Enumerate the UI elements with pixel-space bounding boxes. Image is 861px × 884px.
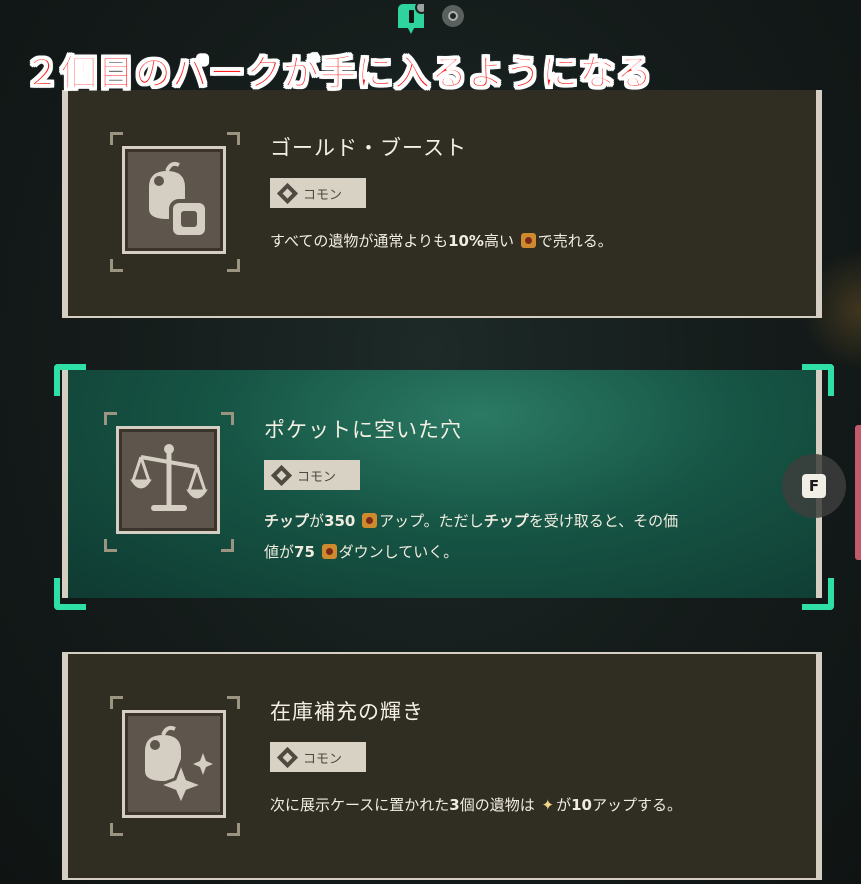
exclamation-bar (409, 10, 414, 23)
desc-text: 個の遺物は (459, 796, 535, 814)
frame-corner (227, 823, 240, 836)
side-tab[interactable] (855, 425, 861, 560)
desc-text: ダウンしていく。 (338, 543, 459, 561)
frame-corner (110, 259, 123, 272)
rarity-label: コモン (297, 469, 337, 485)
rarity-badge: コモン (264, 460, 360, 490)
rarity-label: コモン (303, 187, 343, 203)
desc-keyword: チップ (264, 512, 310, 530)
frame-corner (221, 539, 234, 552)
frame-corner (110, 696, 123, 709)
frame-corner (221, 412, 234, 425)
perk-card-gold-boost[interactable]: ゴールド・ブースト コモン すべての遺物が通常よりも10%高い で売れる。 (62, 90, 822, 318)
perk-description: チップが350 アップ。ただしチップを受け取ると、その価 値が75 ダウンしてい… (264, 506, 774, 568)
notification-dot (415, 4, 424, 14)
frame-corner (104, 412, 117, 425)
rarity-icon (270, 464, 293, 486)
rarity-icon (276, 182, 299, 204)
frame-corner (110, 132, 123, 145)
selection-corner (54, 364, 86, 396)
desc-value: 75 (294, 543, 315, 561)
desc-text: で売れる。 (537, 232, 613, 250)
desc-text: すべての遺物が通常よりも (270, 232, 449, 250)
page-indicator (398, 4, 464, 34)
relic-tab-icon[interactable] (442, 5, 464, 27)
desc-value: 3 (449, 796, 460, 814)
gold-boost-icon (122, 146, 226, 254)
frame-corner (227, 132, 240, 145)
perk-icon-frame (104, 412, 234, 552)
frame-corner (227, 696, 240, 709)
perk-title: ゴールド・ブースト (270, 136, 467, 160)
desc-text: アップ。ただし (379, 512, 484, 530)
perk-tab-icon[interactable] (398, 4, 424, 34)
perk-card-restock-sparkle[interactable]: 在庫補充の輝き コモン 次に展示ケースに置かれた3個の遺物は ✦ が10アップする… (62, 652, 822, 880)
desc-text: アップする。 (591, 796, 682, 814)
frame-corner (227, 259, 240, 272)
chip-icon (321, 544, 337, 559)
perk-title: ポケットに空いた穴 (264, 418, 462, 442)
scale-icon (116, 426, 220, 534)
desc-text: 値が (264, 543, 295, 561)
desc-value: 10 (571, 796, 592, 814)
chip-icon (362, 513, 378, 528)
frame-corner (104, 539, 117, 552)
overlay-caption: ２個目のパークが手に入るようになる (23, 53, 654, 95)
radio-core (448, 11, 458, 21)
sparkle-icon: ✦ (541, 796, 555, 814)
perk-title: 在庫補充の輝き (270, 700, 424, 724)
rarity-badge: コモン (270, 742, 366, 772)
frame-corner (110, 823, 123, 836)
rarity-badge: コモン (270, 178, 366, 208)
rarity-label: コモン (303, 751, 343, 767)
desc-text: が (556, 796, 572, 814)
restock-sparkle-icon (122, 710, 226, 818)
key-hint-f-button[interactable]: F (782, 454, 846, 518)
desc-text: 高い (483, 232, 514, 250)
selection-corner (802, 578, 834, 610)
selection-corner (802, 364, 834, 396)
perk-description: 次に展示ケースに置かれた3個の遺物は ✦ が10アップする。 (270, 790, 682, 821)
perk-card-pocket-hole[interactable]: ポケットに空いた穴 コモン チップが350 アップ。ただしチップを受け取ると、そ… (62, 370, 822, 598)
perk-description: すべての遺物が通常よりも10%高い で売れる。 (270, 226, 613, 257)
rarity-icon (276, 746, 299, 768)
desc-text: 次に展示ケースに置かれた (270, 796, 450, 814)
desc-value: 10% (448, 232, 484, 250)
chip-icon (520, 233, 536, 248)
desc-keyword: チップ (483, 512, 529, 530)
perk-icon-frame (110, 132, 240, 272)
desc-text: を受け取ると、その価 (528, 512, 679, 530)
key-label: F (802, 474, 826, 498)
selection-corner (54, 578, 86, 610)
perk-icon-frame (110, 696, 240, 836)
desc-value: 350 (324, 512, 356, 530)
desc-text: が (309, 512, 325, 530)
